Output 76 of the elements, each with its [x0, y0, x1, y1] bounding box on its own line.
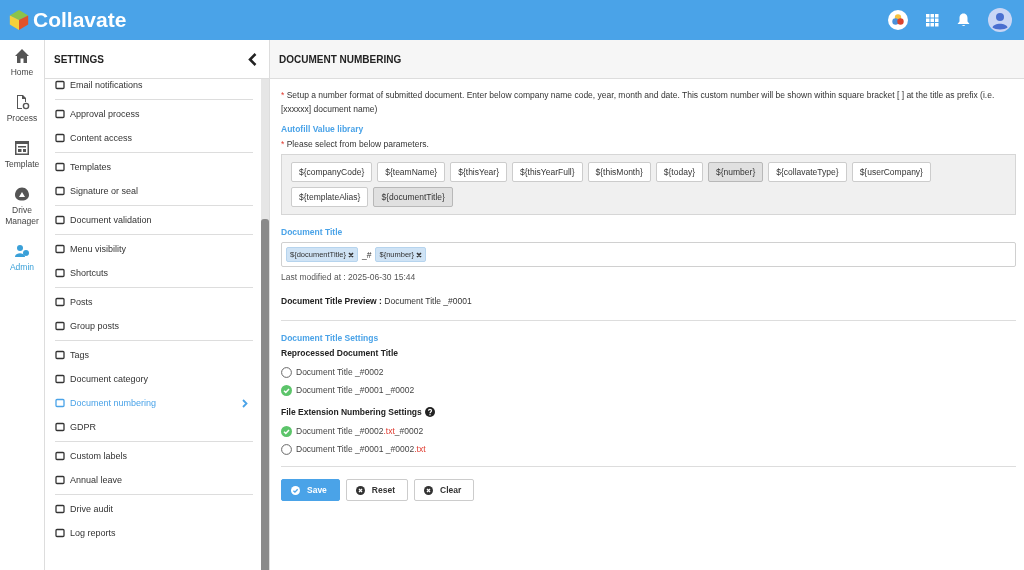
page-title: DOCUMENT NUMBERING — [279, 53, 402, 65]
sidebar-item[interactable]: Shortcuts — [55, 261, 253, 285]
option-label: Document Title _#0001 _#0002.txt — [296, 444, 426, 455]
checked-radio[interactable] — [281, 425, 292, 437]
sidebar-item[interactable]: Approval process — [55, 102, 253, 126]
sidebar-item[interactable]: Content access — [55, 126, 253, 150]
nav-label: Home — [9, 67, 35, 79]
preview-value: Document Title _#0001 — [384, 296, 472, 307]
hint-text: * Please select from below parameters. — [281, 139, 430, 150]
nav-label: Drive Manager — [4, 205, 40, 228]
parameter-chip[interactable]: ${thisYearFull} — [512, 162, 583, 183]
avatar-icon[interactable] — [988, 8, 1012, 32]
app-name: Collavate — [33, 8, 127, 32]
nav-item[interactable]: Drive Manager — [0, 186, 44, 228]
close-circle-icon — [355, 485, 365, 495]
checked-radio[interactable] — [281, 384, 292, 396]
sidebar-title: SETTINGS — [54, 53, 104, 65]
colored-dots-icon[interactable] — [888, 10, 908, 30]
parameter-chip[interactable]: ${thisYear} — [450, 162, 507, 183]
sidebar-item[interactable]: Tags — [55, 343, 253, 367]
chevron-right-icon — [242, 398, 248, 408]
remove-icon[interactable] — [416, 251, 423, 258]
sidebar-item[interactable]: Drive audit — [55, 497, 253, 521]
bell-icon[interactable] — [957, 13, 970, 27]
option-label: Document Title _#0002 — [296, 367, 384, 378]
sidebar-item[interactable]: Templates — [55, 155, 253, 179]
sidebar-item[interactable]: Signature or seal — [55, 179, 253, 203]
option-label: Document Title _#0002.txt_#0002 — [296, 426, 424, 437]
parameter-chip[interactable]: ${templateAlias} — [291, 187, 369, 208]
section-heading: Document Title Settings — [281, 333, 380, 344]
apps-grid-icon[interactable] — [926, 13, 939, 27]
parameter-chip[interactable]: ${today} — [655, 162, 703, 183]
sidebar-item[interactable]: Log reports — [55, 521, 253, 545]
option-group-title: File Extension Numbering Settings — [281, 407, 422, 418]
last-modified-text: Last modified at : 2025-06-30 15:44 — [281, 272, 417, 283]
sidebar-item[interactable]: Custom labels — [55, 444, 253, 468]
option-label: Document Title _#0001 _#0002 — [296, 385, 415, 396]
token-text: _# — [362, 249, 372, 260]
sidebar-item[interactable]: Email notifications — [55, 79, 253, 97]
action-button[interactable]: Reset — [345, 479, 408, 502]
nav-item[interactable]: Process — [0, 94, 44, 125]
nav-label: Template — [3, 159, 41, 171]
section-heading: Autofill Value library — [281, 124, 365, 135]
parameter-chip[interactable]: ${thisMonth} — [587, 162, 651, 183]
nav-label: Process — [5, 113, 39, 125]
sidebar-item[interactable]: Group posts — [55, 314, 253, 338]
preview-label: Document Title Preview : — [281, 296, 382, 307]
close-circle-icon — [424, 485, 433, 495]
remove-icon[interactable] — [348, 251, 354, 258]
parameter-chip[interactable]: ${number} — [708, 162, 764, 183]
parameter-chip[interactable]: ${collavateType} — [768, 162, 847, 183]
parameter-chip[interactable]: ${teamName} — [377, 162, 446, 183]
radio-button[interactable] — [281, 443, 292, 455]
nav-item[interactable]: Template — [0, 140, 44, 171]
help-icon[interactable] — [424, 407, 435, 418]
sidebar-item[interactable]: Document validation — [55, 208, 253, 232]
sidebar-item[interactable]: Annual leave — [55, 468, 253, 492]
home-icon — [14, 48, 30, 64]
nav-label: Admin — [8, 262, 36, 274]
nav-item[interactable]: Home — [0, 48, 44, 79]
sidebar-item[interactable]: Document category — [55, 367, 253, 391]
instruction-text: * Setup a number format of submitted document. Enter below company name code, year, month and date. This custom number will be shown within square bracket [ ] at the title as prefix (i.e. [xxxxxx] document name) — [281, 89, 996, 116]
scrollbar[interactable] — [261, 79, 269, 570]
option-group-title: Reprocessed Document Title — [281, 348, 398, 359]
parameter-chip[interactable]: ${companyCode} — [291, 162, 373, 183]
sidebar-item[interactable]: GDPR — [55, 415, 253, 439]
field-label: Document Title — [281, 227, 344, 238]
logo-icon — [8, 9, 30, 31]
sidebar-item[interactable]: Menu visibility — [55, 237, 253, 261]
radio-button[interactable] — [281, 366, 292, 378]
collapse-chevron-icon[interactable] — [248, 52, 257, 66]
parameter-chip[interactable]: ${userCompany} — [851, 162, 931, 183]
parameter-chip[interactable]: ${documentTitle} — [373, 187, 453, 208]
check-circle-icon — [291, 485, 300, 495]
action-button[interactable]: Clear — [414, 479, 475, 502]
sidebar-item[interactable]: Posts — [55, 290, 253, 314]
